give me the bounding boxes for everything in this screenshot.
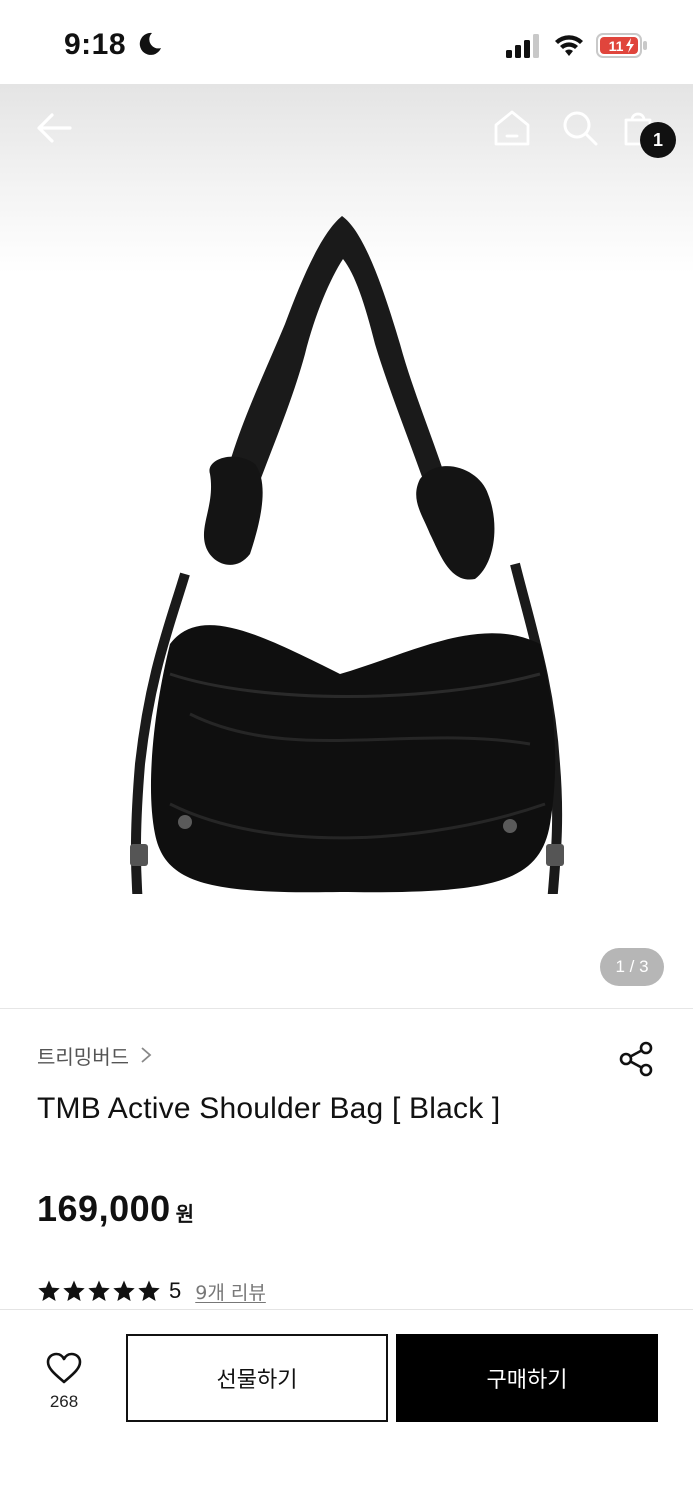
bottom-action-bar: 268 선물하기 구매하기 <box>0 1309 693 1500</box>
product-photo <box>130 216 564 894</box>
rating-score: 5 <box>169 1278 182 1303</box>
status-bar: 9:18 11 <box>0 0 693 84</box>
buy-button[interactable]: 구매하기 <box>396 1334 658 1422</box>
brand-link[interactable]: 트리밍버드 <box>37 1040 153 1070</box>
moon-icon <box>139 32 161 55</box>
product-image-gallery[interactable] <box>0 84 693 1008</box>
battery-level: 11 <box>609 38 624 54</box>
like-count: 268 <box>49 1392 79 1411</box>
brand-name: 트리밍버드 <box>37 1044 129 1069</box>
search-icon[interactable] <box>560 108 600 148</box>
like-button[interactable]: 268 <box>30 1346 98 1418</box>
wifi-icon <box>555 35 583 56</box>
star-icon <box>138 1280 160 1301</box>
cart-count-badge[interactable]: 1 <box>640 122 676 158</box>
price-amount: 169,000 <box>37 1188 171 1229</box>
star-icon <box>88 1280 110 1301</box>
status-time: 9:18 <box>64 28 127 61</box>
chevron-right-icon <box>141 1047 152 1063</box>
divider <box>0 1008 693 1009</box>
gift-button[interactable]: 선물하기 <box>126 1334 388 1422</box>
price-currency: 원 <box>175 1202 195 1226</box>
battery-icon: 11 <box>596 33 648 58</box>
review-count-link[interactable]: 9개 리뷰 <box>195 1278 266 1305</box>
rating-row: 5 9개 리뷰 <box>37 1276 266 1306</box>
price: 169,000 원 <box>37 1188 194 1230</box>
rating-stars <box>37 1279 161 1303</box>
star-icon <box>38 1280 60 1301</box>
back-arrow-icon[interactable] <box>34 108 74 148</box>
cellular-signal-icon <box>506 34 539 58</box>
product-title: TMB Active Shoulder Bag [ Black ] <box>37 1092 501 1125</box>
share-icon[interactable] <box>618 1041 654 1077</box>
home-icon[interactable] <box>492 108 532 148</box>
gallery-page-indicator: 1 / 3 <box>600 948 664 986</box>
star-icon <box>63 1280 85 1301</box>
heart-icon <box>46 1352 82 1384</box>
top-navigation <box>0 84 693 174</box>
star-icon <box>113 1280 135 1301</box>
